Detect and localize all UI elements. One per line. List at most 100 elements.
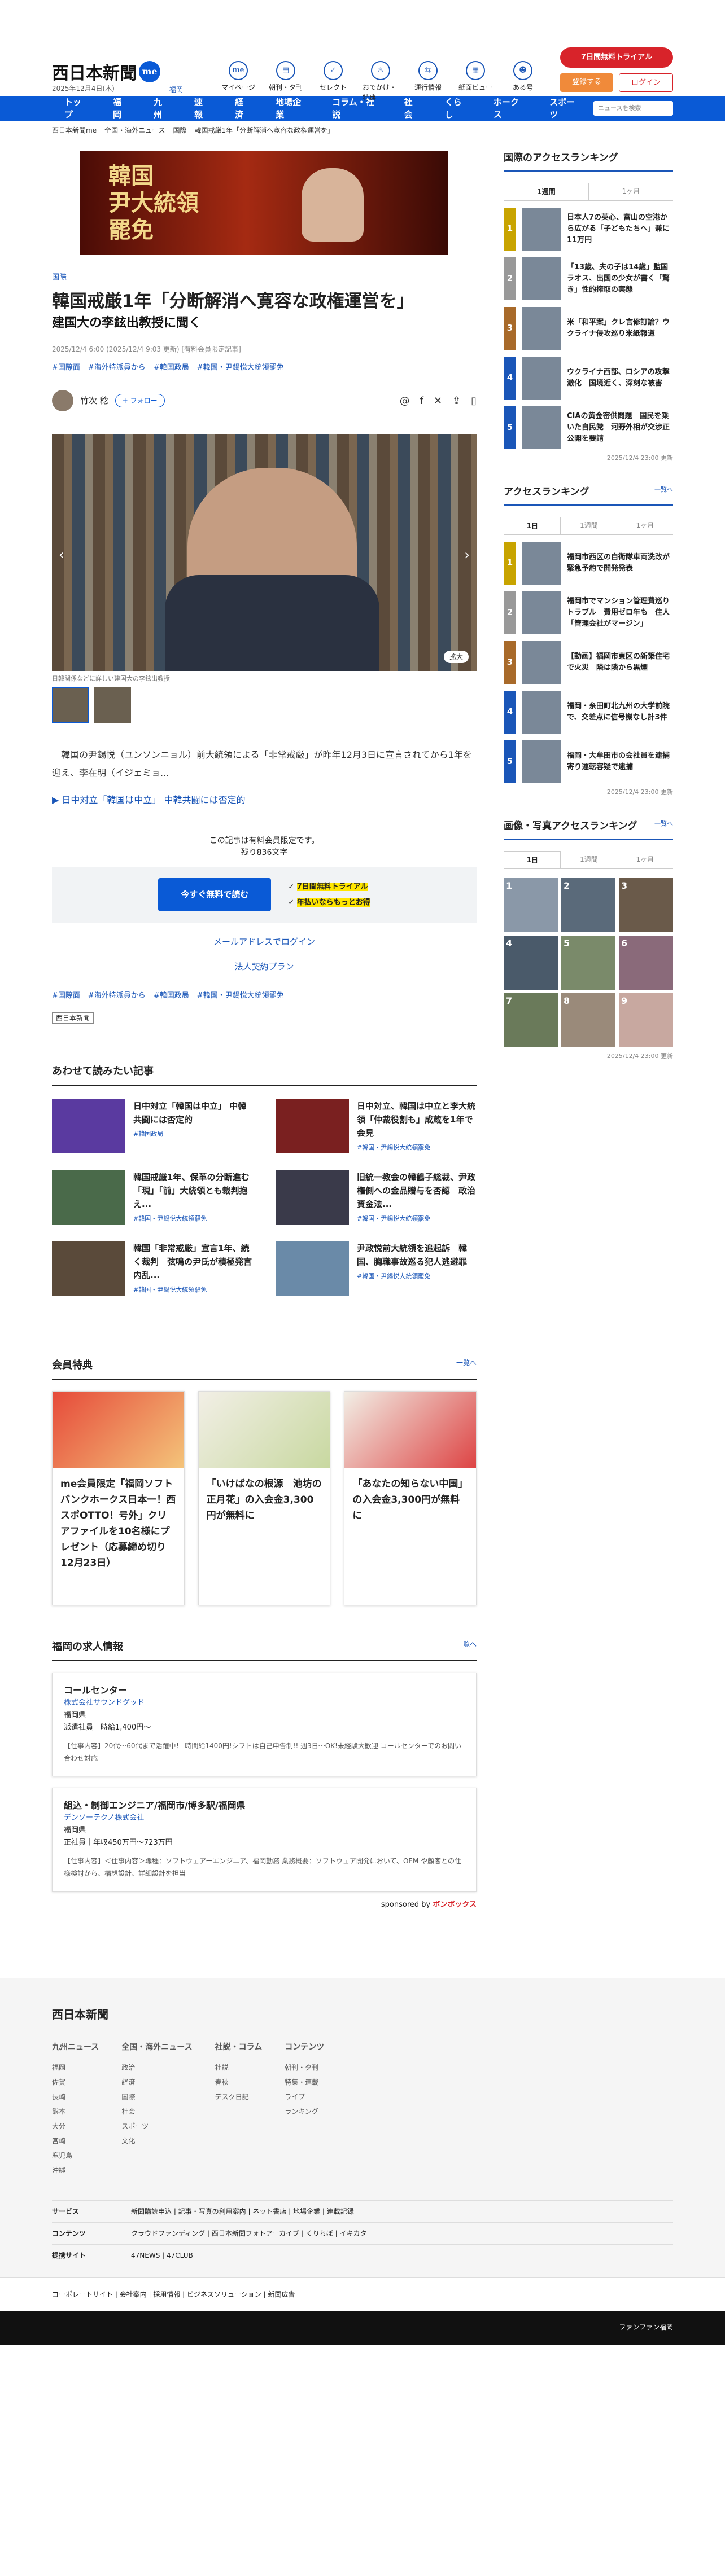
search-input[interactable]: ニュースを検索 — [593, 101, 674, 116]
ad-banner[interactable]: 韓国 尹大統領 罷免 — [80, 151, 448, 255]
ranking-item[interactable]: 3 【動画】福岡市東区の新築住宅で火災 隣は隣から黒煙 — [504, 640, 673, 684]
tab-day[interactable]: 1日 — [504, 850, 561, 868]
photo-ranking-item[interactable]: 9 — [619, 993, 673, 1047]
related-article[interactable]: 韓国「非常戒厳」宣言1年、続く裁判 弦鳴の尹氏が積極発言 内乱... #韓国・尹錫… — [52, 1241, 260, 1296]
photo-ranking-item[interactable]: 8 — [561, 993, 615, 1047]
threads-icon[interactable]: @ — [400, 393, 410, 409]
gnav-item[interactable]: トップ — [52, 96, 101, 121]
breadcrumb-item[interactable]: 全国・海外ニュース — [104, 126, 165, 134]
related-article[interactable]: 尹政悦前大統領を追起訴 韓国、胸職事故巡る犯人逃避罪 #韓国・尹錫悦大統領罷免 — [276, 1241, 477, 1296]
corporate-links[interactable]: コーポレートサイト | 会社案内 | 採用情報 | ビジネスソリューション | … — [52, 2289, 673, 2299]
header-nav-traffic[interactable]: ⇆ 運行情報 — [410, 61, 446, 103]
benefit-card[interactable]: 「いけばなの根源 池坊の正月花」の入会金3,300円が無料に — [198, 1390, 331, 1605]
site-logo[interactable]: 西日本新聞 me — [52, 61, 160, 86]
related-article[interactable]: 韓国戒厳1年、保革の分断進む「現」「前」大統領とも裁判抱え... #韓国・尹錫悦大… — [52, 1170, 253, 1225]
gnav-item[interactable]: 速報 — [182, 96, 222, 121]
zoom-button[interactable]: 拡大 — [443, 651, 469, 663]
prev-arrow-icon[interactable]: ‹ — [59, 545, 64, 565]
article-tag[interactable]: #韓国・尹錫悦大統領罷免 — [197, 990, 284, 1002]
gnav-item[interactable]: 福岡 — [101, 96, 141, 121]
x-icon[interactable]: ✕ — [434, 393, 442, 409]
article-tag[interactable]: #海外特派員から — [88, 362, 146, 374]
tab-week[interactable]: 1週間 — [504, 182, 589, 200]
article-tag[interactable]: #韓国政局 — [154, 990, 189, 1002]
share-icon[interactable]: ⇪ — [452, 393, 461, 409]
article-category[interactable]: 国際 — [52, 272, 477, 283]
photo-ranking-item[interactable]: 1 — [504, 877, 558, 932]
footer-links[interactable]: 47NEWS | 47CLUB — [131, 2250, 193, 2261]
tab-month[interactable]: 1ヶ月 — [617, 851, 673, 868]
photo-ranking-item[interactable]: 6 — [619, 935, 673, 990]
tab-week[interactable]: 1週間 — [561, 851, 617, 868]
header-nav-select[interactable]: ✓ セレクト — [315, 61, 351, 103]
header-location[interactable]: 福岡 — [169, 85, 183, 95]
article-lead: 韓国の尹錫悦（ユンソンニョル）前大統領による「非常戒厳」が昨年12月3日に宣言さ… — [52, 749, 472, 778]
gnav-item[interactable]: スポーツ — [537, 96, 593, 121]
gnav-item[interactable]: 九州 — [141, 96, 182, 121]
job-card[interactable]: コールセンター 株式会社サウンドグッド 福岡県 派遣社員｜時給1,400円〜 【仕事内… — [52, 1672, 477, 1776]
more-link[interactable]: 一覧へ — [456, 1639, 477, 1655]
job-card[interactable]: 組込・制御エンジニア/福岡市/博多駅/福岡県 デンソーテクノ株式会社 福岡県 正社員… — [52, 1787, 477, 1892]
register-button[interactable]: 登録する — [560, 73, 613, 92]
photo-ranking-item[interactable]: 4 — [504, 935, 558, 990]
trial-button[interactable]: 7日間無料トライアル — [560, 47, 673, 68]
article-tag[interactable]: #海外特派員から — [88, 990, 146, 1002]
header-nav-mypage[interactable]: me マイページ — [220, 61, 256, 103]
photo-thumb[interactable] — [52, 687, 89, 723]
breadcrumb-item[interactable]: 西日本新聞me — [52, 126, 97, 134]
article-tag[interactable]: #国際面 — [52, 990, 80, 1002]
related-article[interactable]: 日中対立「韓国は中立」 中韓共闘には否定的 #韓国政局 — [52, 1099, 253, 1153]
header-nav-board[interactable]: ▦ 紙面ビュー — [457, 61, 493, 103]
header-nav-mascot[interactable]: ☻ ある号 — [505, 61, 541, 103]
related-article[interactable]: 旧統一教会の韓鶴子総裁、尹政権側への金品贈与を否認 政治資金法... #韓国・尹錫… — [276, 1170, 477, 1225]
author-name[interactable]: 竹次 稔 — [80, 394, 108, 407]
photo-caption: 日韓関係などに詳しい建国大の李鉉出教授 — [52, 675, 170, 682]
follow-button[interactable]: + フォロー — [115, 394, 165, 407]
photo-ranking-item[interactable]: 7 — [504, 993, 558, 1047]
footer-logo[interactable]: 西日本新聞 — [52, 2006, 673, 2023]
more-link[interactable]: 一覧へ — [654, 819, 673, 834]
read-free-button[interactable]: 今すぐ無料で読む — [158, 878, 272, 911]
footer-links[interactable]: 新聞購読申込 | 記事・写真の利用案内 | ネット書店 | 地場企業 | 連載記… — [131, 2206, 354, 2217]
benefit-card[interactable]: 「あなたの知らない中国」の入会金3,300円が無料に — [344, 1390, 477, 1605]
related-article[interactable]: 日中対立、韓国は中立と李大統領「仲裁役割も」成蔵を1年で会見 #韓国・尹錫悦大統領… — [276, 1099, 477, 1153]
article-tag[interactable]: #国際面 — [52, 362, 80, 374]
article-photo[interactable]: ‹ › 拡大 — [52, 434, 477, 671]
photo-thumb[interactable] — [94, 687, 131, 723]
photo-ranking-item[interactable]: 3 — [619, 877, 673, 932]
footer-links[interactable]: クラウドファンディング | 西日本新聞フォトアーカイブ | くりらぼ | イキカ… — [131, 2228, 366, 2239]
login-button[interactable]: ログイン — [619, 73, 673, 92]
email-login-link[interactable]: メールアドレスでログイン — [52, 936, 477, 949]
article-tag[interactable]: #韓国・尹錫悦大統領罷免 — [197, 362, 284, 374]
ticket-icon: ⇆ — [418, 61, 438, 80]
photo-ranking-item[interactable]: 2 — [561, 877, 615, 932]
bookmark-icon[interactable]: ▯ — [471, 393, 477, 409]
ranking-item[interactable]: 5 CIAの黄金密供問題 国民を乗いた自民党 河野外相が交渉正公開を要請 — [504, 406, 673, 449]
corporate-plan-link[interactable]: 法人契約プラン — [52, 960, 477, 973]
next-arrow-icon[interactable]: › — [464, 545, 470, 565]
footer-banner[interactable]: ファンファン福岡 — [52, 2311, 673, 2332]
benefit-card[interactable]: me会員限定「福岡ソフトバンクホークス日本一！西スポOTTO！号外」クリアファイ… — [52, 1390, 185, 1605]
ranking-item[interactable]: 3 米「和平案」クレ言修訂論？ウクライナ侵攻巡り米紙報道 — [504, 306, 673, 350]
related-link[interactable]: ▶ 日中対立「韓国は中立」 中韓共闘には否定的 — [52, 793, 477, 807]
tab-month[interactable]: 1ヶ月 — [617, 517, 673, 534]
ranking-item[interactable]: 1 福岡市西区の自衛隊車両洗改が緊急予約で開発発表 — [504, 541, 673, 585]
ranking-item[interactable]: 4 ウクライナ西部、ロシアの攻撃激化 国境近く、深刻な被害 — [504, 356, 673, 400]
breadcrumb-item[interactable]: 国際 — [173, 126, 186, 134]
photo-ranking-item[interactable]: 5 — [561, 935, 615, 990]
header-nav-coupon[interactable]: ♨ おでかけ・特典 — [362, 61, 399, 103]
author-avatar[interactable] — [52, 390, 73, 411]
header-nav-paper[interactable]: ▤ 朝刊・夕刊 — [268, 61, 304, 103]
more-link[interactable]: 一覧へ — [456, 1358, 477, 1373]
ranking-item[interactable]: 5 福岡・大牟田市の会社員を逮捕 寄り運転容疑で逮捕 — [504, 740, 673, 783]
more-link[interactable]: 一覧へ — [654, 485, 673, 500]
tab-week[interactable]: 1週間 — [561, 517, 617, 534]
ranking-item[interactable]: 2 「13歳、夫の子は14歳」監国ラオス、出国の少女が書く「驚き」性的搾取の実態 — [504, 257, 673, 300]
ranking-item[interactable]: 4 福岡・糸田町北九州の大学前院で、交差点に信号機なし計3件 — [504, 690, 673, 734]
tab-month[interactable]: 1ヶ月 — [589, 183, 673, 200]
ranking-item[interactable]: 1 日本人7の英心、富山の空港から広がる「子どもたちへ」兼に11万円 — [504, 207, 673, 251]
article-tag[interactable]: #韓国政局 — [154, 362, 189, 374]
facebook-icon[interactable]: f — [420, 393, 423, 409]
ranking-item[interactable]: 2 福岡市でマンション管理費巡りトラブル 費用ゼロ年も 住人「管理会社がマージン」 — [504, 591, 673, 634]
tab-day[interactable]: 1日 — [504, 516, 561, 534]
